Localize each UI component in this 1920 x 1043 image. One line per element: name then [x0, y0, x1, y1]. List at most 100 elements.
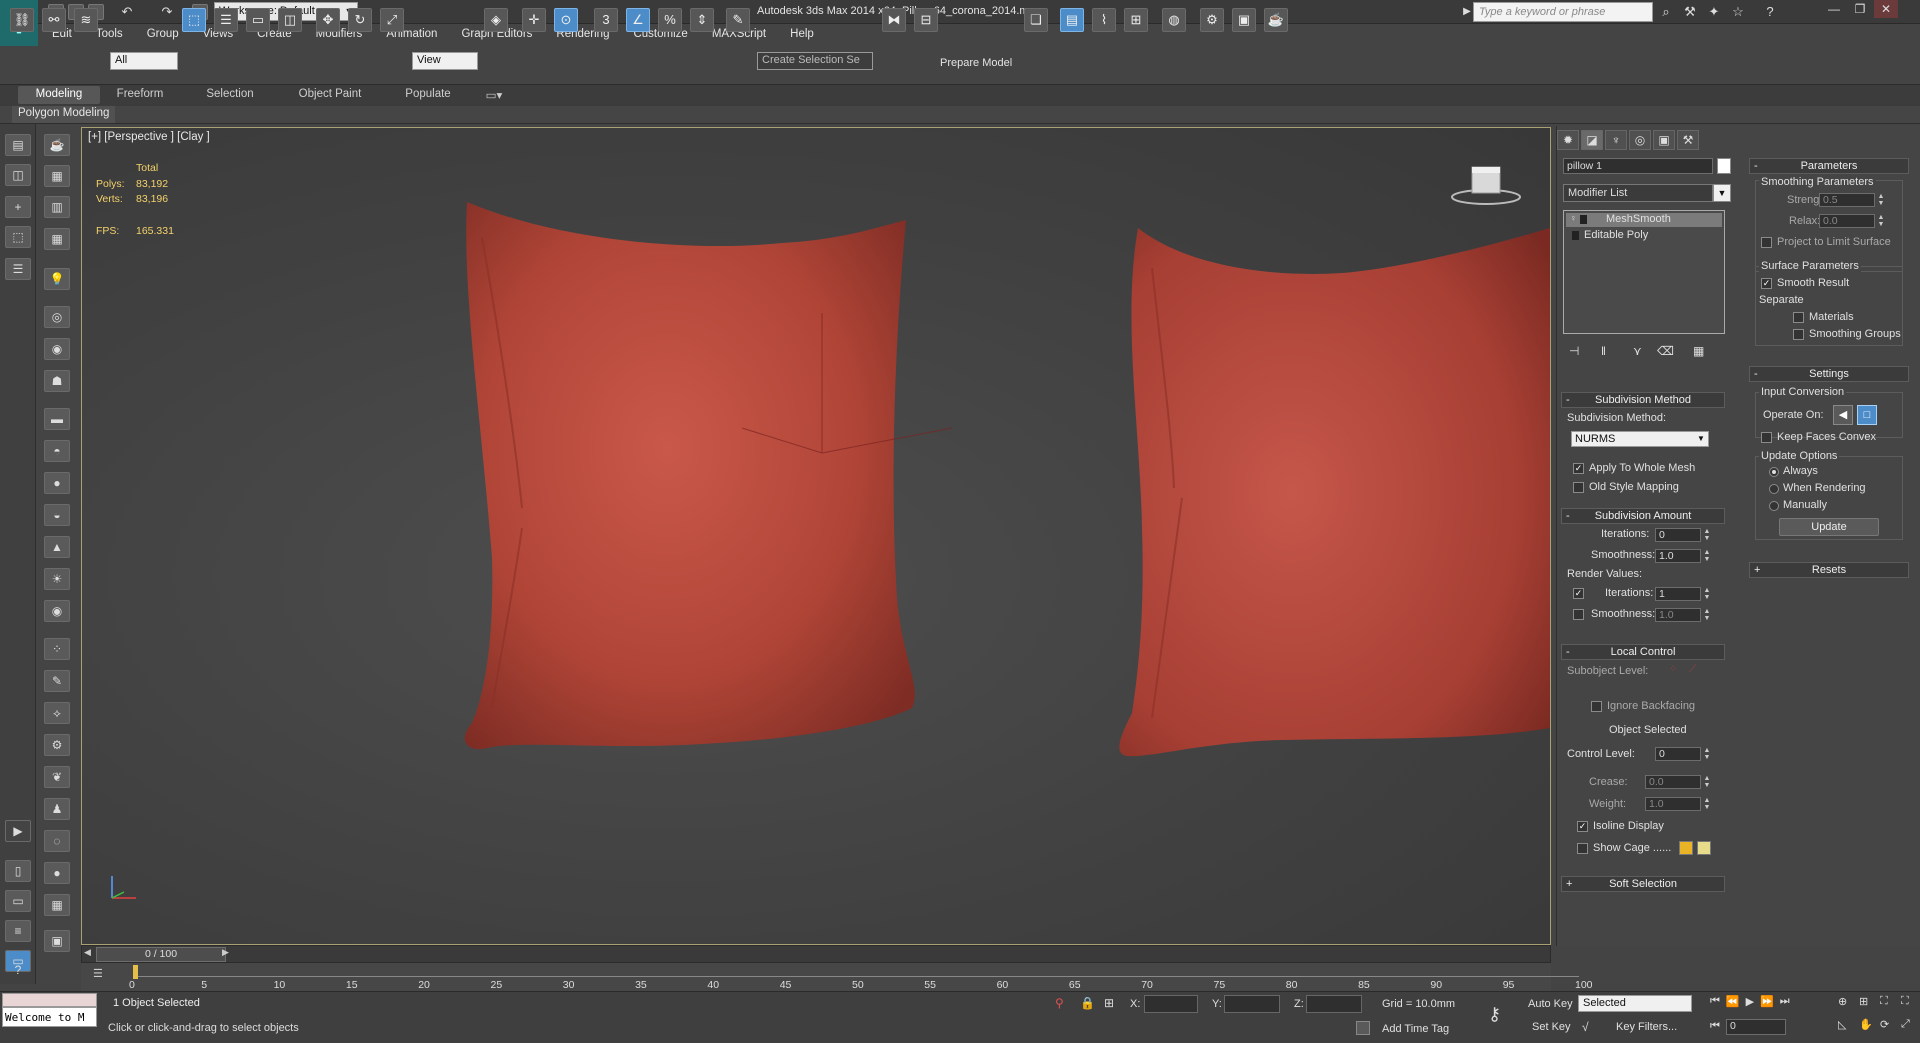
camera-2-icon[interactable]: ◉: [44, 338, 70, 360]
chevron-right-icon[interactable]: ▶: [222, 947, 229, 958]
keep-faces-convex-checkbox[interactable]: [1761, 432, 1772, 443]
zoom-icon[interactable]: ⊕: [1838, 995, 1856, 1015]
curve-editor-icon[interactable]: ⌇: [1092, 8, 1116, 32]
pan-icon[interactable]: ✋: [1859, 1018, 1877, 1038]
schematic-view-icon[interactable]: ⊞: [1124, 8, 1148, 32]
ribbon-options-icon[interactable]: ▭▾: [480, 86, 508, 104]
material-sphere-icon[interactable]: ●: [44, 862, 70, 884]
zoom-extents-all-icon[interactable]: ⛶: [1901, 995, 1919, 1015]
rollout-parameters[interactable]: - Parameters: [1749, 158, 1909, 174]
rollout-soft-selection[interactable]: + Soft Selection: [1561, 876, 1725, 892]
pivot-center-icon[interactable]: ◈: [484, 8, 508, 32]
subscription-icon[interactable]: ⚒: [1681, 3, 1699, 21]
spinner-arrows-icon[interactable]: ▲ ▼: [1703, 747, 1711, 761]
tab-freeform[interactable]: Freeform: [104, 86, 176, 104]
edge-level-icon[interactable]: ⟋: [1689, 664, 1703, 676]
prepare-model-label[interactable]: Prepare Model: [940, 57, 1012, 69]
modifier-list-dropdown[interactable]: Modifier List: [1563, 184, 1713, 202]
smoothing-groups-checkbox[interactable]: [1793, 329, 1804, 340]
maxscript-listener-strip[interactable]: [2, 993, 97, 1007]
isolate-selection-icon[interactable]: ⚲: [1055, 996, 1064, 1010]
time-slider-thumb[interactable]: 0 / 100: [96, 947, 226, 962]
motion-panel-tab-icon[interactable]: ◎: [1629, 130, 1651, 150]
weight-spinner[interactable]: 1.0: [1645, 797, 1701, 811]
tab-populate[interactable]: Populate: [396, 86, 460, 104]
spinner-arrows-icon[interactable]: ▲ ▼: [1877, 193, 1885, 207]
time-tag-icon[interactable]: [1356, 1021, 1370, 1035]
render-smoothness-checkbox[interactable]: [1573, 609, 1584, 620]
key-icon[interactable]: ⚷: [1488, 1004, 1501, 1025]
selection-lock-icon[interactable]: 🔒: [1080, 996, 1095, 1010]
render-setup-icon[interactable]: ⚙: [1200, 8, 1224, 32]
spinner-arrows-icon[interactable]: ▲ ▼: [1703, 775, 1711, 789]
chevron-down-icon[interactable]: ▼: [1697, 431, 1709, 447]
viewport-layout-2-icon[interactable]: ▭: [5, 890, 31, 912]
previous-frame-icon[interactable]: ⏪: [1726, 995, 1740, 1012]
cage-color-swatch-1[interactable]: [1679, 841, 1693, 855]
snaps-toggle-icon[interactable]: 3: [594, 8, 618, 32]
vertex-level-icon[interactable]: ⁘: [1669, 664, 1683, 676]
default-tangents-icon[interactable]: √: [1582, 1020, 1589, 1034]
minimize-icon[interactable]: —: [1822, 0, 1846, 18]
box-icon[interactable]: ▬: [44, 408, 70, 430]
paint-brush-icon[interactable]: ✎: [44, 670, 70, 692]
material-editor-icon[interactable]: ◍: [1162, 8, 1186, 32]
mini-curve-editor-icon[interactable]: ☰: [93, 967, 109, 981]
relax-spinner[interactable]: 0.0: [1819, 214, 1875, 228]
cone-icon[interactable]: ▲: [44, 536, 70, 558]
old-style-mapping-checkbox[interactable]: [1573, 482, 1584, 493]
modify-stack-icon[interactable]: ☰: [5, 258, 31, 280]
rollout-subdivision-amount[interactable]: - Subdivision Amount: [1561, 508, 1725, 524]
play-icon[interactable]: ▶: [1746, 995, 1754, 1012]
cage-color-swatch-2[interactable]: [1697, 841, 1711, 855]
help-circle-icon[interactable]: ?: [5, 960, 31, 982]
scene-geometry[interactable]: [82, 128, 1550, 944]
render-iterations-checkbox[interactable]: ✓: [1573, 588, 1584, 599]
percent-snap-icon[interactable]: %: [658, 8, 682, 32]
tab-modeling[interactable]: Modeling: [18, 86, 100, 104]
light-bulb-icon[interactable]: 💡: [44, 268, 70, 290]
align-icon[interactable]: ⊟: [914, 8, 938, 32]
sky-light-icon[interactable]: ◉: [44, 600, 70, 622]
always-radio[interactable]: [1769, 467, 1779, 477]
sun-light-icon[interactable]: ☀: [44, 568, 70, 590]
layers-icon[interactable]: ◫: [5, 164, 31, 186]
pin-stack-icon[interactable]: ⊣: [1569, 344, 1579, 358]
modify-panel-tab-icon[interactable]: ◪: [1581, 130, 1603, 150]
rollout-subdivision-method[interactable]: - Subdivision Method: [1561, 392, 1725, 408]
checker-map-icon[interactable]: ▦: [44, 894, 70, 916]
control-level-spinner[interactable]: 0: [1655, 747, 1701, 761]
smooth-result-checkbox[interactable]: ✓: [1761, 278, 1772, 289]
manually-radio[interactable]: [1769, 501, 1779, 511]
key-mode-dropdown[interactable]: Selected: [1578, 995, 1692, 1012]
object-name-field[interactable]: pillow 1: [1563, 158, 1713, 174]
key-filters-button[interactable]: Key Filters...: [1616, 1021, 1677, 1033]
smoothness-spinner[interactable]: 1.0: [1655, 549, 1701, 563]
viewport-layout-3-icon[interactable]: ≡: [5, 920, 31, 942]
menu-help[interactable]: Help: [778, 24, 826, 46]
keyboard-shortcut-override-icon[interactable]: ⊙: [554, 8, 578, 32]
undo-icon[interactable]: ↶: [118, 3, 136, 21]
chevron-down-icon[interactable]: ▼: [1713, 184, 1731, 202]
stack-item-editable-poly[interactable]: Editable Poly: [1566, 229, 1722, 243]
search-input[interactable]: Type a keyword or phrase: [1473, 2, 1653, 22]
configure-modifier-sets-icon[interactable]: ▦: [1693, 344, 1704, 358]
select-by-name-icon[interactable]: ☰: [214, 8, 238, 32]
select-and-rotate-icon[interactable]: ↻: [348, 8, 372, 32]
zoom-extents-icon[interactable]: ⛶: [1880, 995, 1898, 1015]
y-coordinate-field[interactable]: [1224, 995, 1280, 1013]
scene-explorer-icon[interactable]: ▤: [5, 134, 31, 156]
pillow-left[interactable]: [464, 202, 915, 750]
crease-spinner[interactable]: 0.0: [1645, 775, 1701, 789]
hemisphere-icon[interactable]: ◒: [44, 504, 70, 526]
project-limit-checkbox[interactable]: [1761, 237, 1772, 248]
mirror-icon[interactable]: ⧓: [882, 8, 906, 32]
rollout-local-control[interactable]: - Local Control: [1561, 644, 1725, 660]
unlink-icon[interactable]: ⚯: [42, 8, 66, 32]
gear-icon[interactable]: ⚙: [44, 734, 70, 756]
tab-object-paint[interactable]: Object Paint: [288, 86, 372, 104]
teapot-icon[interactable]: ☕: [44, 134, 70, 156]
display-panel-tab-icon[interactable]: ▣: [1653, 130, 1675, 150]
rectangular-selection-icon[interactable]: ▭: [246, 8, 270, 32]
render-icon[interactable]: ▣: [44, 930, 70, 952]
